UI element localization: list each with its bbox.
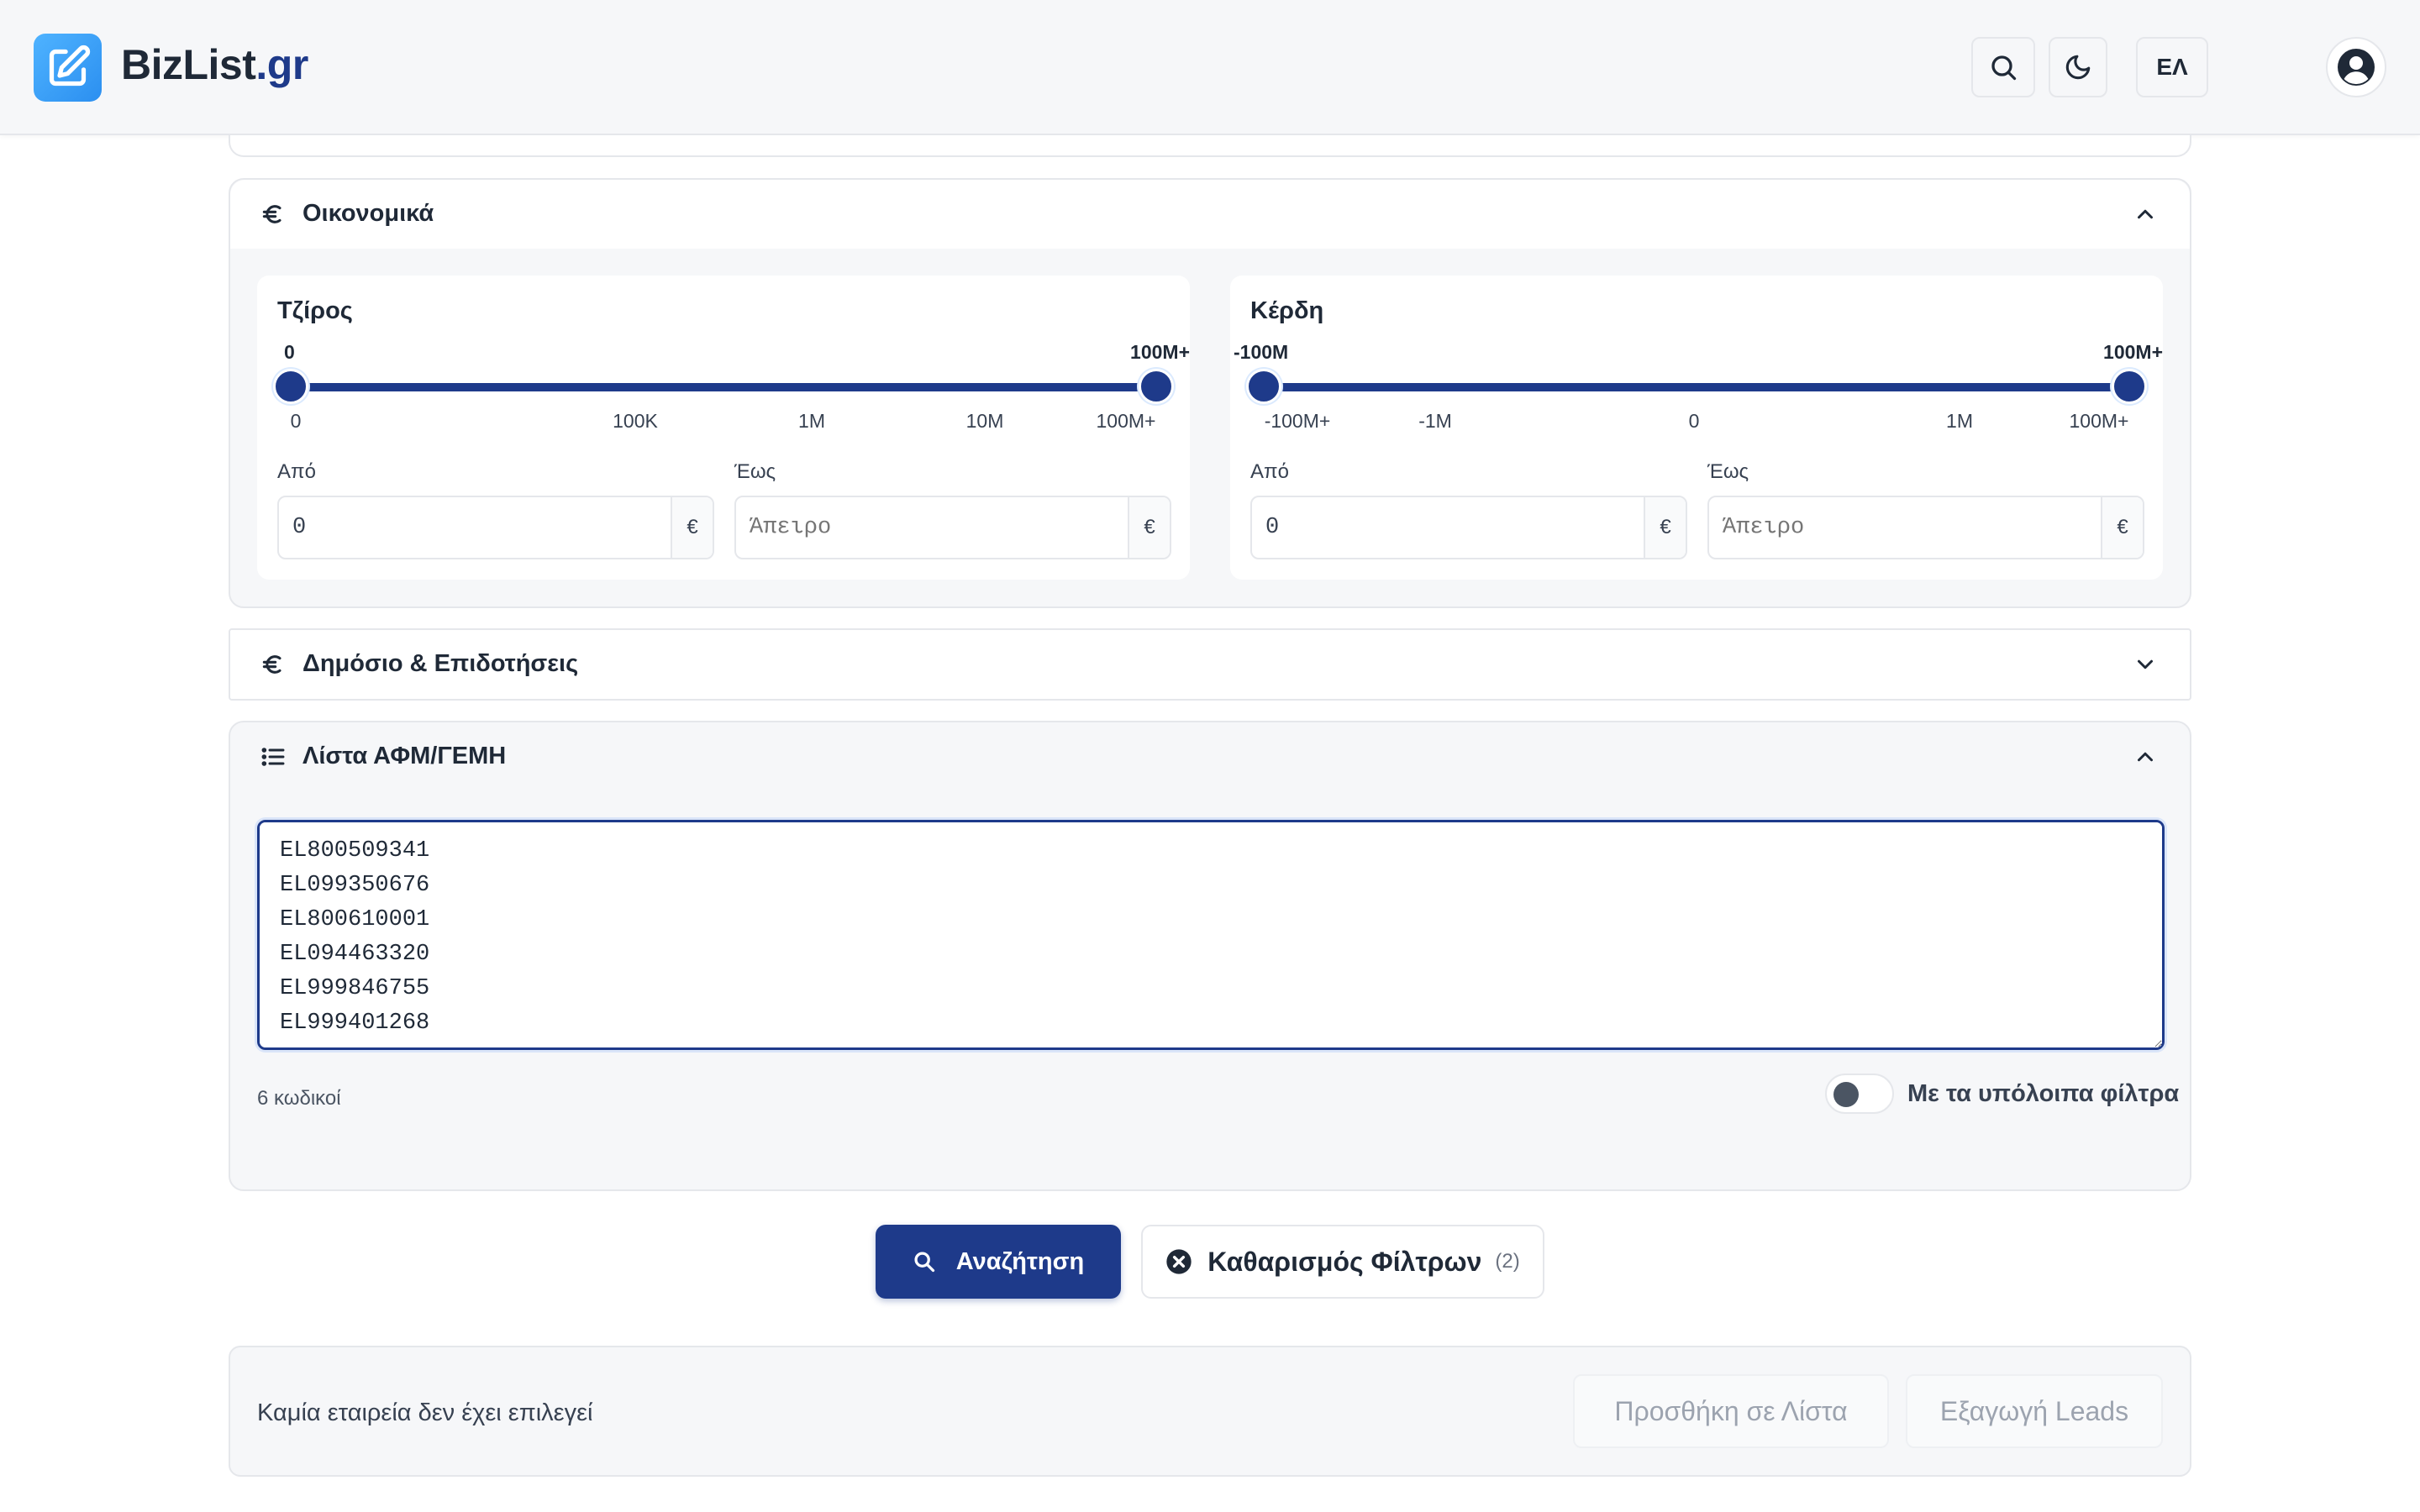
profit-tick: -100M+ [1264, 410, 1331, 432]
user-circle-icon [2338, 49, 2375, 86]
currency-suffix: € [1128, 497, 1170, 558]
combine-filters-toggle[interactable] [1825, 1074, 1894, 1114]
previous-section-edge [229, 135, 2191, 157]
profit-to-input[interactable] [1709, 497, 2102, 558]
profit-tick: 0 [1688, 410, 1700, 432]
profit-title: Κέρδη [1250, 297, 1324, 324]
profit-range-min: -100M [1234, 341, 1289, 363]
turnover-card: Τζίρος 0 100M+ 0 100K 1M 10M 100M+ Από €… [257, 276, 1190, 580]
profit-from-group: € [1250, 496, 1687, 559]
turnover-to-group: € [734, 496, 1171, 559]
profit-slider-track[interactable] [1264, 383, 2129, 391]
turnover-to-label: Έως [734, 460, 776, 483]
selection-status: Καμία εταιρεία δεν έχει επιλεγεί [257, 1399, 593, 1426]
clear-filters-count: (2) [1495, 1250, 1520, 1273]
search-submit-label: Αναζήτηση [955, 1247, 1085, 1275]
turnover-from-label: Από [277, 460, 316, 483]
turnover-slider-track[interactable] [291, 383, 1156, 391]
turnover-from-input[interactable] [279, 497, 672, 558]
turnover-to-input[interactable] [736, 497, 1129, 558]
turnover-tick: 0 [290, 410, 302, 432]
export-leads-button[interactable]: Εξαγωγή Leads [1906, 1374, 2163, 1448]
tax-id-list-title: Λίστα ΑΦΜ/ΓΕΜΗ [302, 743, 507, 769]
toggle-knob [1833, 1082, 1859, 1107]
public-subsidies-title: Δημόσιο & Επιδοτήσεις [302, 650, 579, 677]
profit-from-input[interactable] [1252, 497, 1645, 558]
currency-suffix: € [1644, 497, 1686, 558]
turnover-tick: 1M [798, 410, 825, 432]
financials-header[interactable]: Οικονομικά [230, 180, 2190, 249]
profit-tick: -1M [1418, 410, 1452, 432]
turnover-from-group: € [277, 496, 714, 559]
financials-section: Οικονομικά Τζίρος 0 100M+ 0 100K 1M 10M … [229, 178, 2191, 608]
profit-from-label: Από [1250, 460, 1289, 483]
search-button[interactable] [1971, 37, 2035, 97]
profit-slider-max-handle[interactable] [2112, 369, 2147, 404]
logo-icon[interactable] [34, 34, 102, 102]
clear-filters-label: Καθαρισμός Φίλτρων [1207, 1246, 1482, 1277]
turnover-tick: 100M+ [1096, 410, 1156, 432]
chevron-up-icon[interactable] [2133, 744, 2158, 769]
public-subsidies-section[interactable]: Δημόσιο & Επιδοτήσεις [229, 628, 2191, 701]
public-subsidies-header[interactable]: Δημόσιο & Επιδοτήσεις [230, 630, 2190, 699]
close-circle-icon [1166, 1249, 1192, 1274]
tax-id-list-section: Λίστα ΑΦΜ/ΓΕΜΗ EL800509341 EL099350676 E… [229, 721, 2191, 1191]
turnover-slider-min-handle[interactable] [273, 369, 308, 404]
chevron-up-icon[interactable] [2133, 202, 2158, 227]
financials-title: Οικονομικά [302, 200, 434, 227]
tax-id-list-header[interactable]: Λίστα ΑΦΜ/ΓΕΜΗ [230, 722, 2190, 791]
moon-icon [2065, 55, 2091, 80]
chevron-down-icon[interactable] [2133, 652, 2158, 677]
codes-count: 6 κωδικοί [257, 1087, 341, 1110]
turnover-range-max: 100M+ [1130, 341, 1190, 363]
profit-card: Κέρδη -100M 100M+ -100M+ -1M 0 1M 100M+ … [1230, 276, 2163, 580]
clear-filters-button[interactable]: Καθαρισμός Φίλτρων (2) [1141, 1225, 1544, 1299]
turnover-slider-max-handle[interactable] [1139, 369, 1174, 404]
euro-icon [259, 650, 287, 679]
currency-suffix: € [2101, 497, 2143, 558]
brand-name[interactable]: BizList.gr [121, 40, 308, 89]
tax-id-codes-textarea[interactable]: EL800509341 EL099350676 EL800610001 EL09… [257, 820, 2165, 1050]
profit-to-group: € [1707, 496, 2144, 559]
user-menu-button[interactable] [2326, 37, 2386, 97]
language-button[interactable]: ΕΛ [2136, 37, 2208, 97]
search-submit-button[interactable]: Αναζήτηση [876, 1225, 1121, 1299]
profit-range-max: 100M+ [2103, 341, 2163, 363]
theme-toggle-button[interactable] [2049, 37, 2107, 97]
brand-tld: .gr [255, 41, 308, 88]
selection-bar: Καμία εταιρεία δεν έχει επιλεγεί [229, 1346, 2191, 1477]
profit-slider-min-handle[interactable] [1246, 369, 1281, 404]
profit-tick: 100M+ [2069, 410, 2129, 432]
turnover-tick: 100K [613, 410, 658, 432]
list-icon [259, 743, 287, 771]
search-icon [1991, 55, 2017, 81]
currency-suffix: € [671, 497, 713, 558]
turnover-tick: 10M [965, 410, 1004, 432]
search-icon [914, 1252, 934, 1273]
turnover-title: Τζίρος [277, 297, 353, 324]
add-to-list-button[interactable]: Προσθήκη σε Λίστα [1573, 1374, 1889, 1448]
profit-tick: 1M [1946, 410, 1973, 432]
euro-icon [259, 200, 287, 228]
combine-filters-label: Με τα υπόλοιπα φίλτρα [1907, 1080, 2180, 1107]
profit-to-label: Έως [1707, 460, 1749, 483]
turnover-range-min: 0 [284, 341, 295, 363]
top-header: BizList.gr ΕΛ [0, 0, 2420, 135]
brand-name-text: BizList [121, 41, 256, 88]
